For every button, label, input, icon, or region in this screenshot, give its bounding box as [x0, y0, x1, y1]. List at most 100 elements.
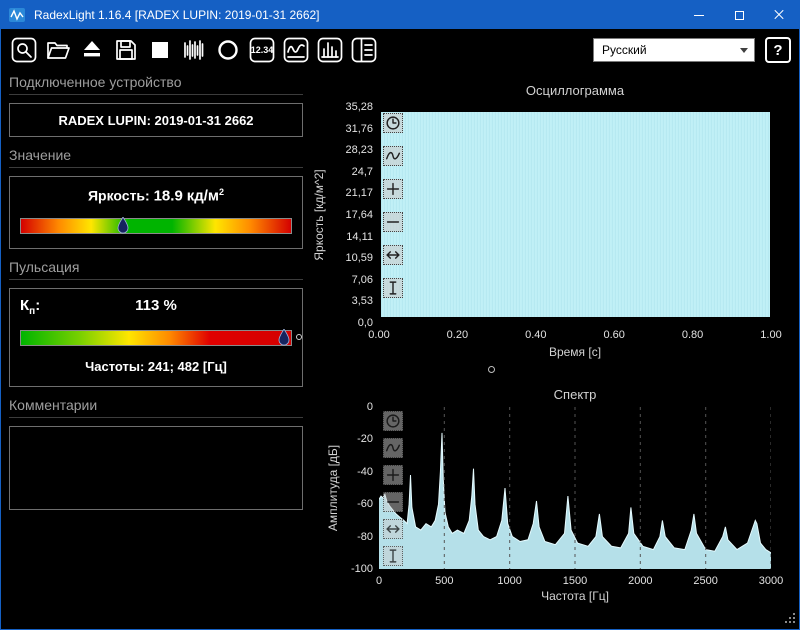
- help-button[interactable]: ?: [765, 37, 791, 63]
- x-tick-label: 2000: [628, 575, 653, 587]
- y-tick-label: 21,17: [345, 187, 373, 200]
- y-tick-label: -80: [357, 530, 373, 543]
- zoom-in-icon: [386, 468, 400, 482]
- x-tick-label: 1500: [562, 575, 588, 587]
- close-button[interactable]: [759, 1, 799, 29]
- oscillogram-tools: [383, 113, 403, 298]
- luminance-value: Яркость: 18.9 кд/м2: [20, 187, 292, 205]
- y-tick-label: -20: [357, 433, 373, 446]
- measure-button[interactable]: [213, 35, 243, 65]
- spectrum-view-button[interactable]: [315, 35, 345, 65]
- spectrum-bars-icon: [317, 37, 343, 63]
- toolbar: 12.34 Русский ?: [1, 29, 799, 71]
- zoom-in-tool-button[interactable]: [383, 179, 403, 199]
- luminance-unit-sup: 2: [218, 187, 224, 197]
- language-select[interactable]: Русский: [593, 38, 755, 62]
- x-tick-label: 0.00: [368, 329, 390, 341]
- zoom-in-icon: [386, 182, 400, 196]
- connected-device-box: RADEX LUPIN: 2019-01-31 2662: [9, 103, 303, 137]
- y-tick-label: 14,11: [346, 230, 373, 243]
- kp-row: Кп: 113 %: [20, 297, 292, 317]
- y-tick-label: -60: [357, 498, 373, 511]
- luminance-gradient: [20, 217, 292, 234]
- x-tick-label: 3000: [758, 575, 784, 587]
- pulsation-scale-bar: [20, 327, 302, 346]
- zoom-out-tool-button[interactable]: [383, 492, 403, 512]
- maximize-button[interactable]: [719, 1, 759, 29]
- spectrum-tools: [383, 411, 403, 566]
- clock-icon: [386, 116, 400, 130]
- language-select-value: Русский: [602, 43, 647, 57]
- y-tick-label: 0: [366, 401, 373, 413]
- oscillogram-view-button[interactable]: [281, 35, 311, 65]
- eject-button[interactable]: [77, 35, 107, 65]
- luminance-number: 18.9: [153, 187, 183, 205]
- app-icon: [9, 6, 27, 24]
- chevron-down-icon: [740, 47, 748, 53]
- open-file-button[interactable]: [43, 35, 73, 65]
- zoom-in-tool-button[interactable]: [383, 465, 403, 485]
- x-tick-label: 0.80: [681, 329, 704, 341]
- toolbar-buttons: 12.34: [9, 35, 379, 65]
- layout-view-button[interactable]: [349, 35, 379, 65]
- window-controls: [679, 1, 799, 29]
- y-tick-label: 17,64: [345, 209, 373, 221]
- pan-horizontal-tool-button[interactable]: [383, 245, 403, 265]
- x-tick-label: 0: [375, 575, 383, 587]
- x-tick-label: 1000: [497, 575, 522, 587]
- record-button[interactable]: [179, 35, 209, 65]
- statusbar: [1, 613, 799, 629]
- pan-horizontal-icon: [386, 251, 400, 259]
- cursor-tool-button[interactable]: [383, 278, 403, 298]
- minimize-icon: [694, 14, 704, 16]
- comments-input[interactable]: [9, 425, 303, 510]
- pan-horizontal-icon: [386, 525, 400, 533]
- marker-circle[interactable]: [488, 366, 495, 373]
- stop-button[interactable]: [145, 35, 175, 65]
- save-button[interactable]: [111, 35, 141, 65]
- left-panel: Подключенное устройство RADEX LUPIN: 201…: [9, 73, 303, 519]
- luminance-unit: кд/м: [186, 187, 219, 205]
- minimize-button[interactable]: [679, 1, 719, 29]
- pulsation-gradient: [20, 329, 292, 346]
- layout-icon: [351, 37, 377, 63]
- x-tick-label: 2500: [693, 575, 718, 587]
- spectrum-plot[interactable]: [379, 407, 771, 569]
- window-title: RadexLight 1.16.4 [RADEX LUPIN: 2019-01-…: [34, 8, 320, 22]
- titlebar[interactable]: RadexLight 1.16.4 [RADEX LUPIN: 2019-01-…: [1, 1, 799, 29]
- numeric-display-button[interactable]: 12.34: [247, 35, 277, 65]
- cursor-tool-button[interactable]: [383, 546, 403, 566]
- luminance-scale-bar: [20, 215, 292, 234]
- kp-label: Кп:: [20, 296, 41, 317]
- oscillogram-ylabel: Яркость [кд/м^2]: [312, 169, 326, 261]
- resize-grip[interactable]: [783, 613, 795, 625]
- clock-tool-button[interactable]: [383, 411, 403, 431]
- maximize-icon: [734, 10, 744, 20]
- zoom-out-icon: [386, 221, 400, 223]
- y-tick-label: -40: [357, 465, 373, 478]
- curve-icon: [385, 443, 401, 452]
- search-device-button[interactable]: [9, 35, 39, 65]
- circle-icon: [218, 40, 238, 60]
- y-tick-label: 10,59: [345, 252, 373, 265]
- y-tick-label: -100: [350, 563, 373, 575]
- folder-open-icon: [47, 42, 70, 59]
- clock-tool-button[interactable]: [383, 113, 403, 133]
- y-tick-label: 28,23: [345, 144, 373, 157]
- pulsation-box: Кп: 113 % Частоты: 241; 482 [Гц]: [9, 287, 303, 387]
- app-window: RadexLight 1.16.4 [RADEX LUPIN: 2019-01-…: [0, 0, 800, 630]
- value-section-header: Значение: [9, 146, 303, 168]
- curve-tool-button[interactable]: [383, 146, 403, 166]
- pan-horizontal-tool-button[interactable]: [383, 519, 403, 539]
- luminance-marker-icon: [117, 215, 129, 240]
- spectrum-xlabel: Частота [Гц]: [541, 589, 609, 603]
- zoom-out-tool-button[interactable]: [383, 212, 403, 232]
- curve-tool-button[interactable]: [383, 438, 403, 458]
- digits-icon-label: 12.34: [250, 45, 274, 55]
- stop-icon: [152, 42, 168, 58]
- pulsation-section-header: Пульсация: [9, 258, 303, 280]
- kp-value: 113 %: [135, 296, 177, 314]
- y-tick-label: 35,28: [345, 101, 373, 113]
- x-tick-label: 1.00: [760, 329, 782, 341]
- oscillogram-trace[interactable]: [381, 112, 770, 317]
